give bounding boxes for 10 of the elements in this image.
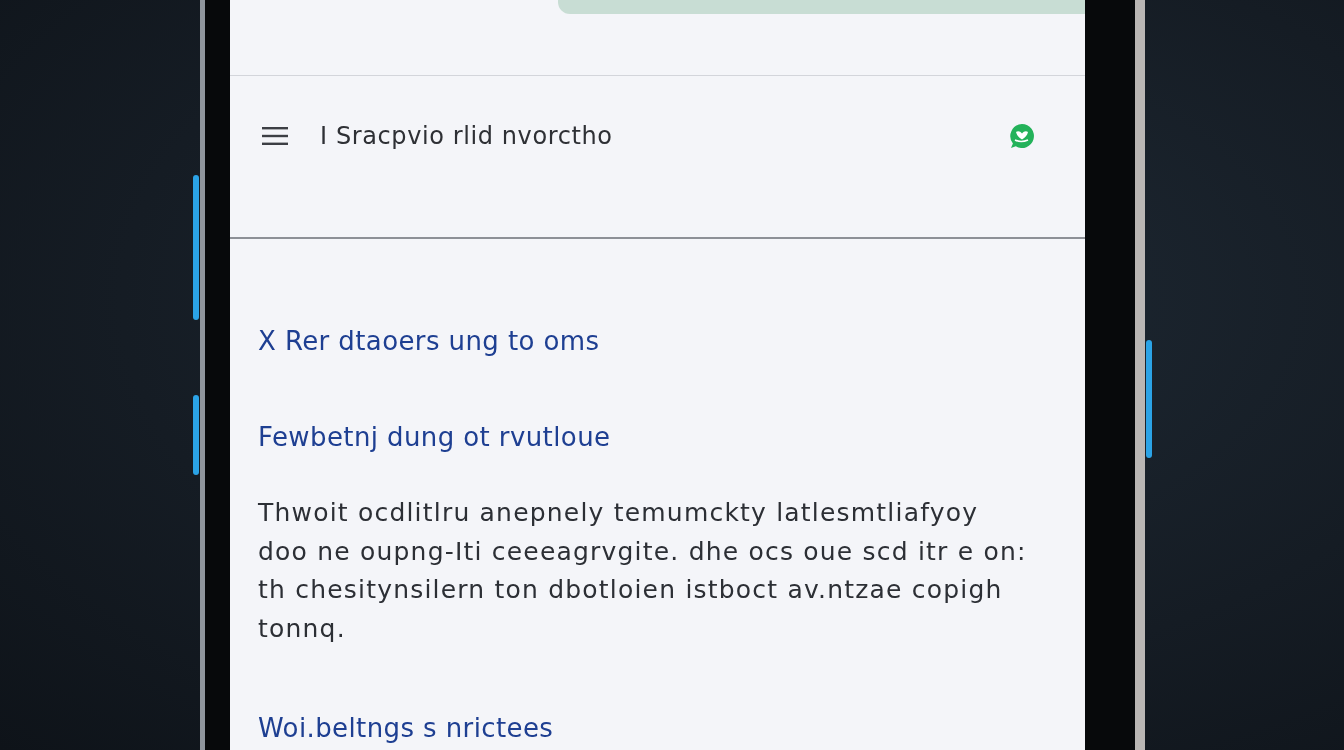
side-button[interactable] <box>193 395 199 475</box>
chat-bubble-icon[interactable] <box>1009 123 1035 149</box>
section-heading: Woi.beltngs s nrictees <box>258 712 555 744</box>
side-button[interactable] <box>193 175 199 320</box>
menu-icon[interactable] <box>262 126 288 146</box>
body-paragraph: Thwoit ocdlitlru anepnely temumckty latlesmtliafyoy doo ne oupng-Iti ceeeagrvgite. dhe ocs oue scd itr e on: th chesitynsilern ton dbotloien istboct av.ntzae copigh tonnq. <box>258 497 1028 645</box>
app-bar-title: I Sracpvio rlid nvorctho <box>320 122 614 150</box>
section-heading: Fewbetnj dung ot rvutloue <box>258 421 612 453</box>
side-button[interactable] <box>1146 340 1152 458</box>
section-heading: X Rer dtaoers ung to oms <box>258 325 601 357</box>
